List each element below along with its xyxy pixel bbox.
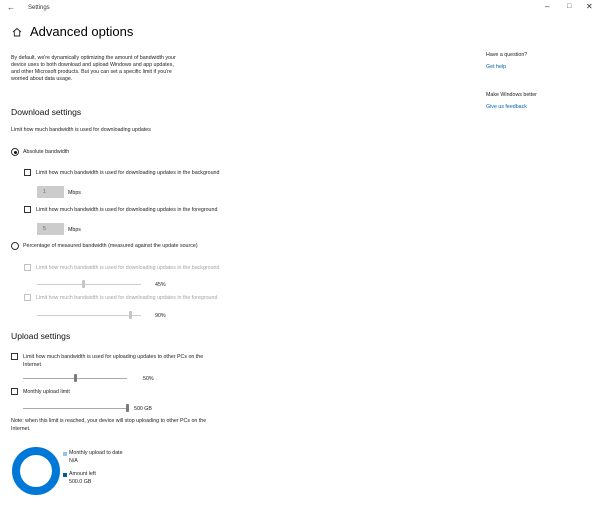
page-title: Advanced options — [30, 24, 134, 39]
percentage-bandwidth-label: Percentage of measured bandwidth (measur… — [23, 243, 198, 249]
maximize-icon[interactable]: □ — [567, 3, 571, 11]
intro-text: By default, we're dynamically optimizing… — [11, 55, 231, 83]
upload-usage-donut — [12, 447, 60, 495]
monthly-limit-slider[interactable] — [23, 408, 127, 409]
upload-percent-slider-thumb[interactable] — [73, 374, 77, 382]
give-feedback-link[interactable]: Give us feedback — [486, 104, 527, 110]
uploaded-legend-value: N/A — [69, 458, 78, 464]
home-icon[interactable] — [12, 27, 22, 37]
back-arrow-icon[interactable]: ← — [7, 4, 15, 12]
background-percent-value: 45% — [155, 282, 166, 288]
intro-line: and other Microsoft products. But you ca… — [11, 69, 172, 75]
limit-upload-label-line2: Internet — [23, 362, 41, 368]
background-unit-label: Mbps — [68, 190, 81, 196]
foreground-percent-value: 90% — [155, 313, 166, 319]
uploaded-legend-label: Monthly upload to date — [69, 450, 123, 456]
upload-note-line2: Internet. — [11, 426, 31, 432]
left-legend-swatch — [63, 473, 67, 477]
uploaded-legend-swatch — [63, 452, 67, 456]
background-percent-slider[interactable] — [37, 284, 141, 285]
intro-line: By default, we're dynamically optimizing… — [11, 55, 176, 61]
limit-foreground-checkbox[interactable] — [24, 206, 31, 213]
upload-note-line1: Note: when this limit is reached, your d… — [11, 418, 207, 424]
minimize-icon[interactable]: – — [545, 3, 549, 11]
absolute-bandwidth-label: Absolute bandwidth — [23, 149, 70, 155]
title-bar: ← Settings – □ ✕ — [0, 0, 600, 16]
monthly-limit-slider-thumb[interactable] — [125, 404, 129, 412]
foreground-mbps-input[interactable]: 5 — [37, 223, 64, 235]
intro-line: device uses to both download and upload … — [11, 62, 174, 68]
absolute-bandwidth-radio[interactable] — [11, 148, 19, 156]
close-icon[interactable]: ✕ — [586, 3, 593, 11]
limit-upload-label-line1: Limit how much bandwidth is used for upl… — [23, 354, 204, 360]
pct-limit-background-label: Limit how much bandwidth is used for dow… — [36, 265, 220, 271]
pct-limit-foreground-checkbox[interactable] — [24, 294, 31, 301]
make-windows-better-heading: Make Windows better — [486, 92, 537, 98]
percentage-bandwidth-radio[interactable] — [11, 242, 19, 250]
limit-background-checkbox[interactable] — [24, 169, 31, 176]
window-title: Settings — [28, 5, 50, 11]
donut-ring — [12, 447, 60, 495]
left-legend-label: Amount left — [69, 471, 96, 477]
monthly-upload-limit-label: Monthly upload limit — [23, 389, 70, 395]
upload-percent-value: 50% — [143, 376, 154, 382]
monthly-upload-limit-checkbox[interactable] — [11, 388, 18, 395]
intro-line: worried about data usage. — [11, 76, 73, 82]
foreground-percent-slider[interactable] — [37, 315, 141, 316]
radio-selected-dot — [13, 150, 17, 154]
limit-upload-checkbox[interactable] — [11, 353, 18, 360]
pct-limit-foreground-label: Limit how much bandwidth is used for dow… — [36, 295, 218, 301]
foreground-percent-slider-thumb[interactable] — [129, 311, 133, 319]
upload-settings-heading: Upload settings — [11, 331, 71, 341]
left-legend-value: 500.0 GB — [69, 479, 92, 485]
limit-foreground-label: Limit how much bandwidth is used for dow… — [36, 207, 218, 213]
download-subheading: Limit how much bandwidth is used for dow… — [11, 127, 151, 133]
download-settings-heading: Download settings — [11, 107, 82, 117]
monthly-limit-value: 500 GB — [134, 406, 152, 412]
background-percent-slider-thumb[interactable] — [82, 280, 86, 288]
background-mbps-input[interactable]: 1 — [37, 186, 64, 198]
foreground-unit-label: Mbps — [68, 227, 81, 233]
pct-limit-background-checkbox[interactable] — [24, 264, 31, 271]
limit-background-label: Limit how much bandwidth is used for dow… — [36, 170, 220, 176]
get-help-link[interactable]: Get help — [486, 64, 506, 70]
question-heading: Have a question? — [486, 52, 528, 58]
